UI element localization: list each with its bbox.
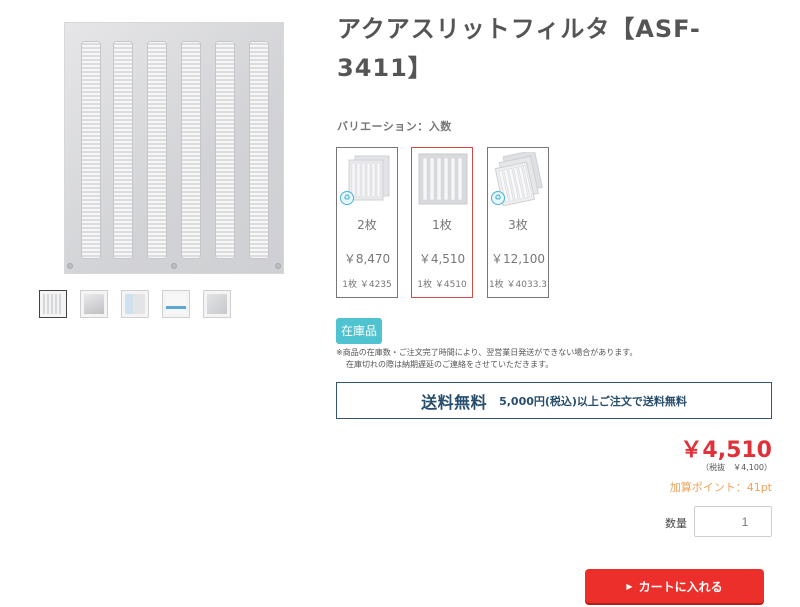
filter-slit (81, 41, 101, 259)
stock-badge: 在庫品 (336, 318, 382, 344)
rivet (171, 263, 177, 269)
rivet (275, 263, 281, 269)
add-to-cart-button[interactable]: ▶ カートに入れる (585, 569, 764, 603)
variant-unit-price: 1枚 ￥4235 (342, 280, 392, 290)
product-title: アクアスリットフィルタ【ASF-3411】 (337, 15, 701, 82)
variant-price: ￥4,510 (418, 252, 466, 266)
filter-slit (113, 41, 133, 259)
product-main-image (64, 22, 284, 274)
variant-image (416, 152, 470, 206)
free-shipping-detail: 5,000円(税込)以上ご注文で送料無料 (499, 394, 687, 408)
thumbnail-2[interactable] (80, 290, 108, 318)
stock-note: ※商品の在庫数・ご注文完了時間により、翌営業日発送ができない場合があります。 在… (336, 347, 637, 371)
filter-slit (147, 41, 167, 259)
filter-slit (181, 41, 201, 259)
thumbnail-3[interactable] (121, 290, 149, 318)
thumbnail-5[interactable] (203, 290, 231, 318)
filter-slit (249, 41, 269, 259)
variant-option-1pc[interactable]: 1枚 ￥4,510 1枚 ￥4510 (411, 147, 473, 298)
variant-unit-price: 1枚 ￥4510 (417, 280, 467, 290)
free-shipping-banner: 送料無料 5,000円(税込)以上ご注文で送料無料 (336, 382, 772, 419)
filter-slit (215, 41, 235, 259)
quantity-input[interactable] (694, 506, 772, 537)
quantity-label: 数量 (665, 517, 687, 530)
add-to-cart-label: カートに入れる (638, 579, 723, 594)
variant-option-3pcs[interactable]: ♻ 3枚 ￥12,100 1枚 ￥4033.3 (487, 147, 549, 298)
variant-count: 1枚 (432, 218, 452, 232)
reward-points: 加算ポイント：41pt (669, 481, 772, 494)
stock-note-line-1: ※商品の在庫数・ご注文完了時間により、翌営業日発送ができない場合があります。 (336, 348, 638, 357)
free-shipping-headline: 送料無料 (421, 392, 488, 412)
variant-price: ￥8,470 (343, 252, 391, 266)
variant-price: ￥12,100 (491, 252, 545, 266)
thumbnail-strip (39, 290, 231, 318)
variant-unit-price: 1枚 ￥4033.3 (488, 280, 548, 290)
variant-option-2pcs[interactable]: ♻ 2枚 ￥8,470 1枚 ￥4235 (336, 147, 398, 298)
thumbnail-1[interactable] (39, 290, 67, 318)
variant-count: 3枚 (508, 218, 528, 232)
variation-label: バリエーション：入数 (337, 120, 452, 133)
eco-leaf-icon: ♻ (491, 191, 505, 205)
product-price: ￥4,510 (680, 438, 772, 463)
eco-leaf-icon: ♻ (340, 191, 354, 205)
play-arrow-icon: ▶ (626, 581, 633, 591)
stock-note-line-2: 在庫切れの際は納期遅延のご連絡をさせていただきます。 (346, 360, 554, 369)
rivet (67, 263, 73, 269)
thumbnail-4[interactable] (162, 290, 190, 318)
variant-count: 2枚 (357, 218, 377, 232)
price-tax-excluded: （税抜 ￥4,100） (701, 463, 772, 472)
